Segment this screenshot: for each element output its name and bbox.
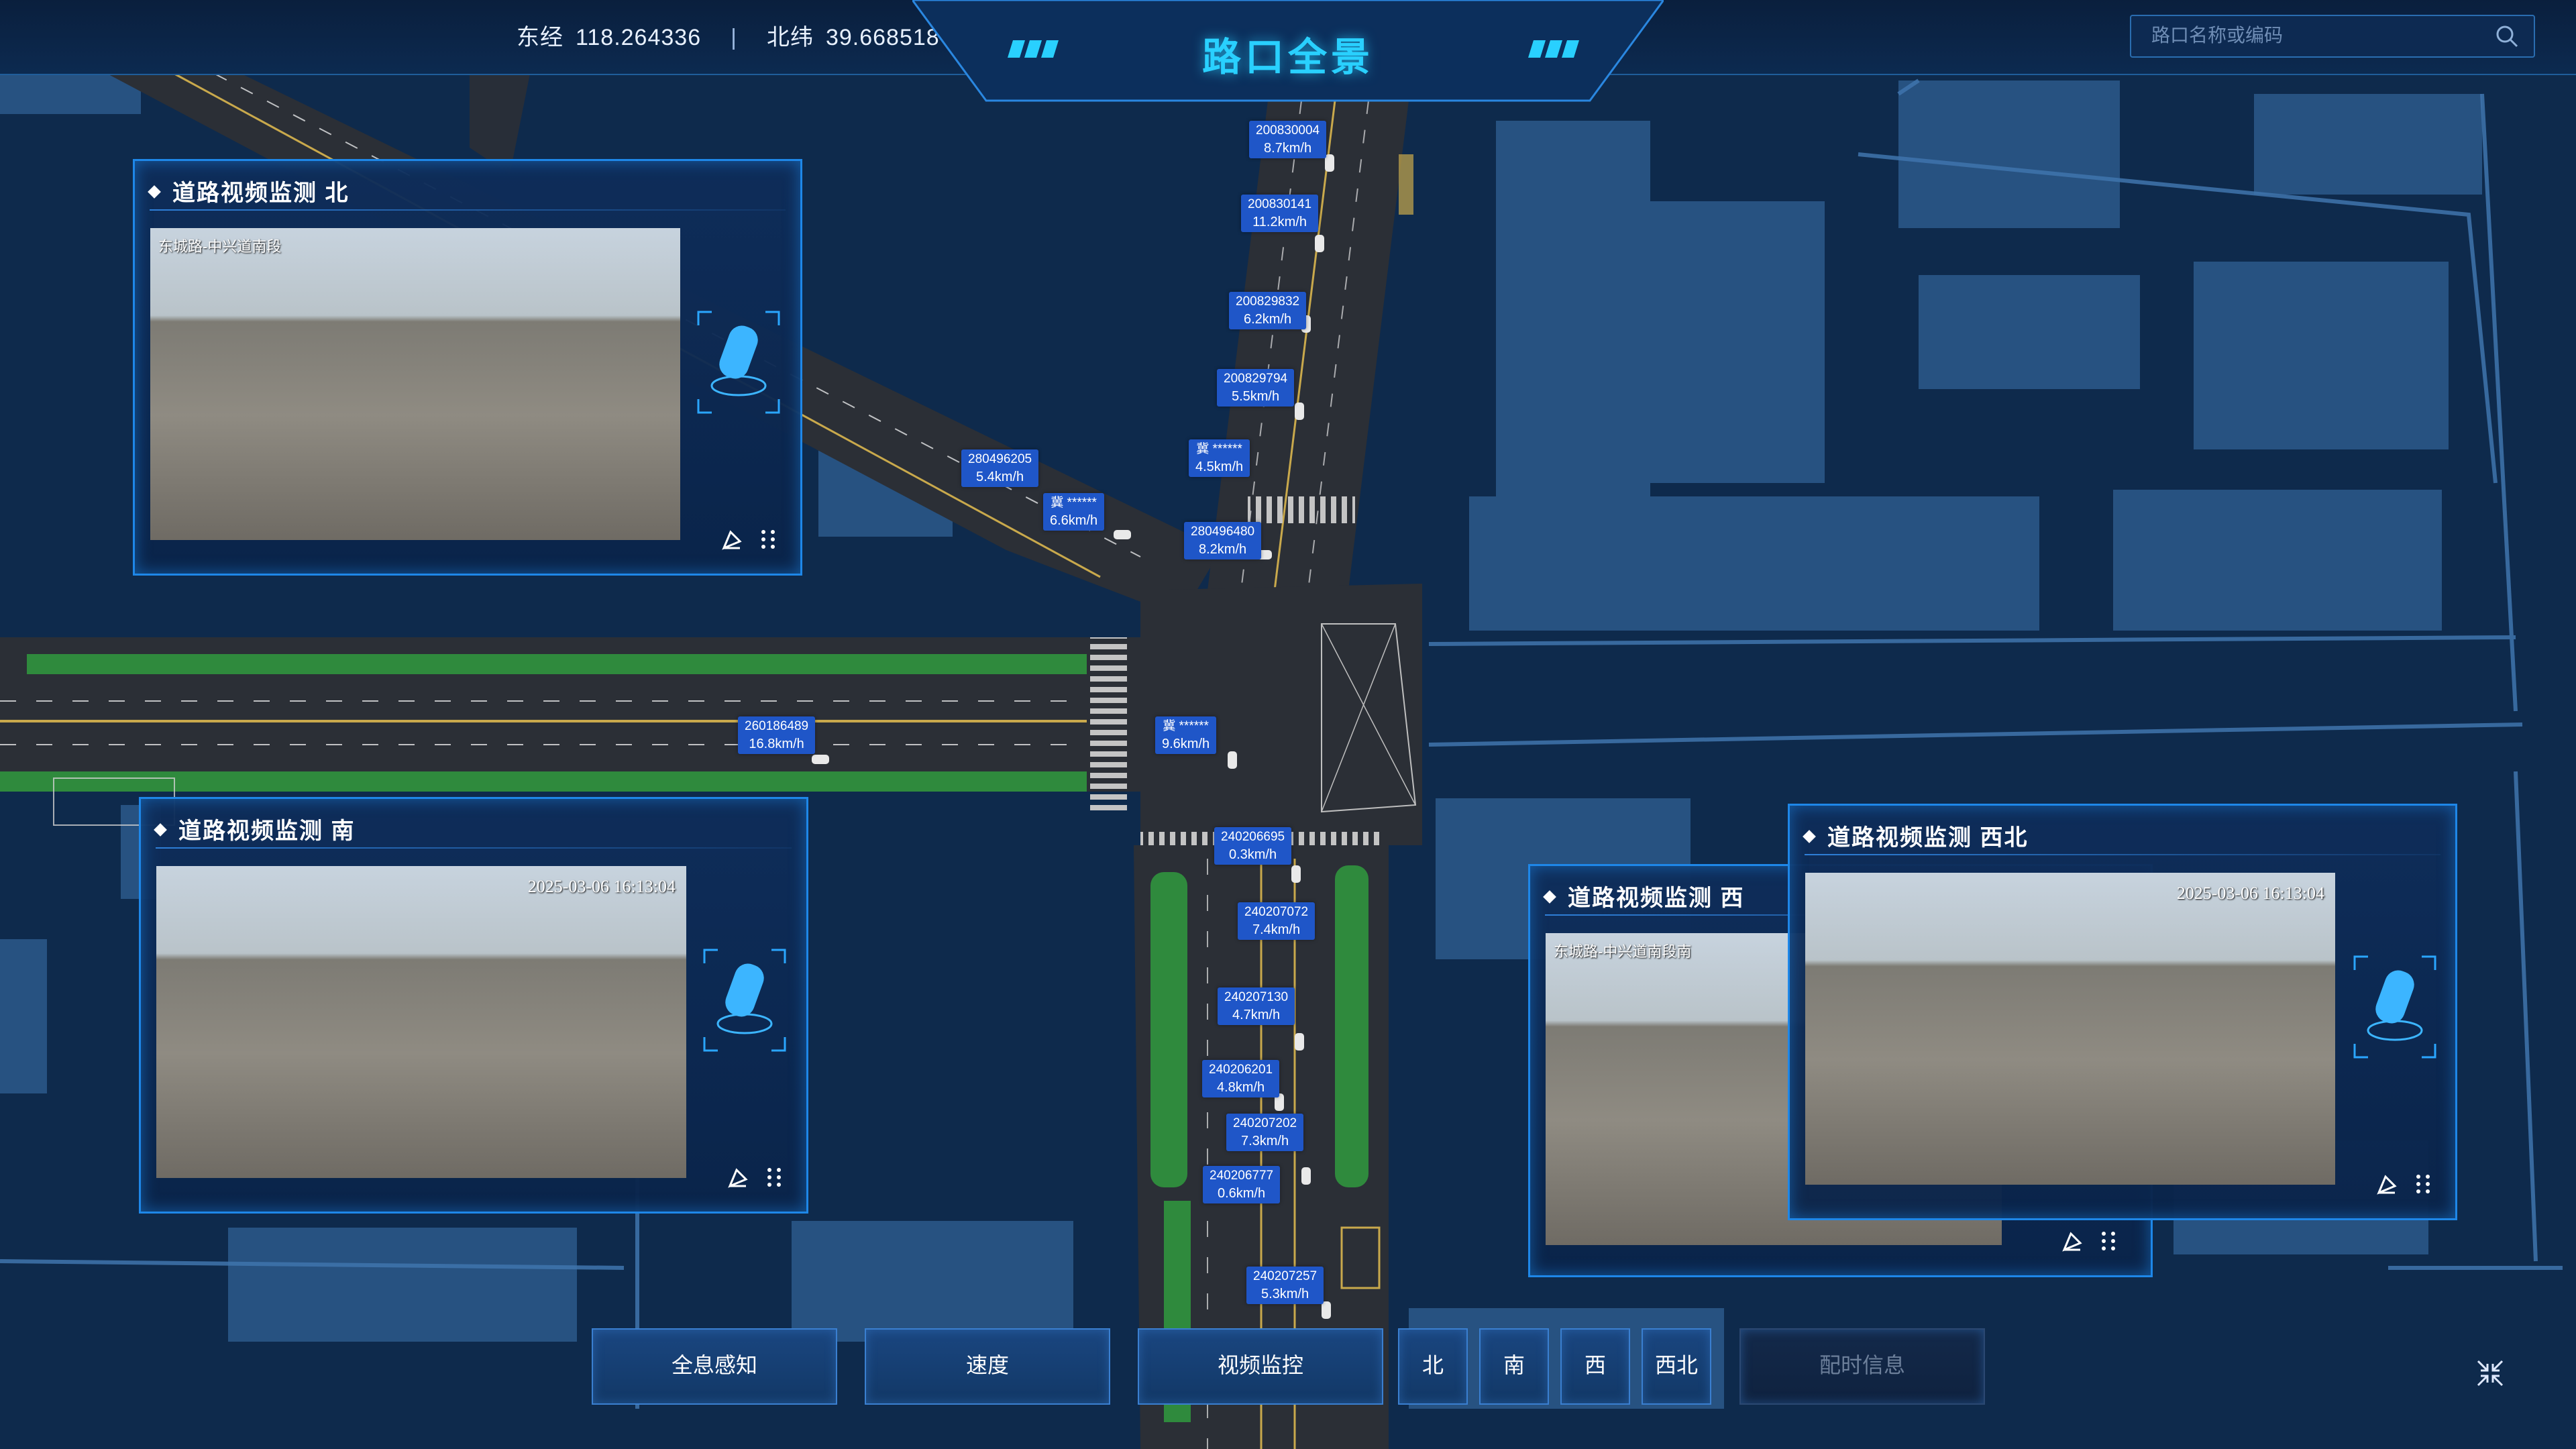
search-input[interactable]	[2131, 16, 2488, 55]
search-box[interactable]	[2130, 15, 2535, 58]
coordinates-readout: 东经 118.264336 | 北纬 39.668518	[517, 19, 952, 52]
video-feed-northwest[interactable]: 2025-03-06 16:13:04	[1805, 873, 2335, 1185]
page-title: 路口全景	[1201, 36, 1374, 79]
grid-dots-icon[interactable]	[755, 527, 781, 552]
video-panel-north[interactable]: 道路视频监测 北 东城路-中兴道南段	[133, 159, 802, 576]
panel-divider	[156, 847, 792, 849]
camera-icon	[2353, 955, 2436, 1059]
vehicle-label[interactable]: 冀 ****** 6.6km/h	[1043, 493, 1105, 531]
search-icon[interactable]	[2495, 24, 2519, 48]
panel-title: 道路视频监测 西	[1545, 879, 1744, 912]
holo-perception-button[interactable]: 全息感知	[592, 1328, 837, 1405]
video-feed-south[interactable]: 2025-03-06 16:13:04	[156, 866, 686, 1178]
pen-icon[interactable]	[2375, 1171, 2400, 1197]
vehicle-label[interactable]: 240207202 7.3km/h	[1226, 1114, 1304, 1151]
panel-title: 道路视频监测 西北	[1805, 819, 2028, 852]
vehicle-label[interactable]: 280496480 8.2km/h	[1184, 522, 1262, 559]
panel-divider	[1805, 854, 2440, 855]
video-osd-label: 东城路-中兴道南段南	[1554, 943, 1692, 960]
vehicle-label[interactable]: 240207130 4.7km/h	[1218, 987, 1295, 1025]
pen-icon[interactable]	[2060, 1228, 2086, 1254]
pen-icon[interactable]	[726, 1165, 751, 1190]
vehicle-label[interactable]: 240207072 7.4km/h	[1238, 902, 1316, 940]
vehicle-label[interactable]: 240207257 5.3km/h	[1246, 1267, 1324, 1304]
grid-dots-icon[interactable]	[2096, 1228, 2121, 1254]
vehicle-label[interactable]: 200830004 8.7km/h	[1249, 121, 1327, 158]
vehicle-label[interactable]: 240206201 4.8km/h	[1202, 1060, 1280, 1097]
latitude-label: 北纬	[766, 25, 814, 50]
panel-title: 道路视频监测 南	[156, 812, 355, 845]
panel-divider	[150, 209, 786, 211]
grid-dots-icon[interactable]	[761, 1165, 787, 1190]
vehicle-label[interactable]: 冀 ****** 9.6km/h	[1155, 716, 1217, 754]
video-panel-northwest[interactable]: 道路视频监测 西北 2025-03-06 16:13:04	[1788, 804, 2457, 1220]
vehicle-label[interactable]: 200830141 11.2km/h	[1241, 195, 1319, 232]
camera-icon	[697, 311, 780, 414]
speed-button[interactable]: 速度	[865, 1328, 1110, 1405]
vehicle-label[interactable]: 240206777 0.6km/h	[1203, 1166, 1281, 1203]
camera-icon	[703, 949, 786, 1052]
direction-south-button[interactable]: 南	[1479, 1328, 1549, 1405]
video-monitor-button[interactable]: 视频监控	[1138, 1328, 1383, 1405]
grid-dots-icon[interactable]	[2410, 1171, 2436, 1197]
direction-northwest-button[interactable]: 西北	[1642, 1328, 1711, 1405]
vehicle-label[interactable]: 260186489 16.8km/h	[738, 716, 816, 754]
timing-info-button[interactable]: 配时信息	[1739, 1328, 1985, 1405]
video-osd-label: 东城路-中兴道南段	[158, 238, 282, 255]
pen-icon[interactable]	[720, 527, 745, 552]
video-osd-time: 2025-03-06 16:13:04	[2176, 883, 2324, 903]
vehicle-label[interactable]: 240206695 0.3km/h	[1214, 827, 1292, 865]
vehicle-label[interactable]: 冀 ****** 4.5km/h	[1189, 439, 1250, 477]
vehicle-label[interactable]: 200829832 6.2km/h	[1229, 292, 1307, 329]
longitude-value: 118.264336	[576, 25, 702, 50]
video-panel-south[interactable]: 道路视频监测 南 2025-03-06 16:13:04	[139, 797, 808, 1214]
direction-west-button[interactable]: 西	[1560, 1328, 1630, 1405]
vehicle-label[interactable]: 280496205 5.4km/h	[961, 449, 1039, 487]
coordinate-separator: |	[731, 25, 737, 50]
video-feed-north[interactable]: 东城路-中兴道南段	[150, 228, 680, 540]
panel-title: 道路视频监测 北	[150, 174, 349, 207]
direction-north-button[interactable]: 北	[1398, 1328, 1468, 1405]
video-osd-time: 2025-03-06 16:13:04	[527, 877, 676, 896]
longitude-label: 东经	[517, 25, 564, 50]
collapse-arrows-icon[interactable]	[2475, 1358, 2505, 1388]
vehicle-label[interactable]: 200829794 5.5km/h	[1217, 369, 1295, 407]
